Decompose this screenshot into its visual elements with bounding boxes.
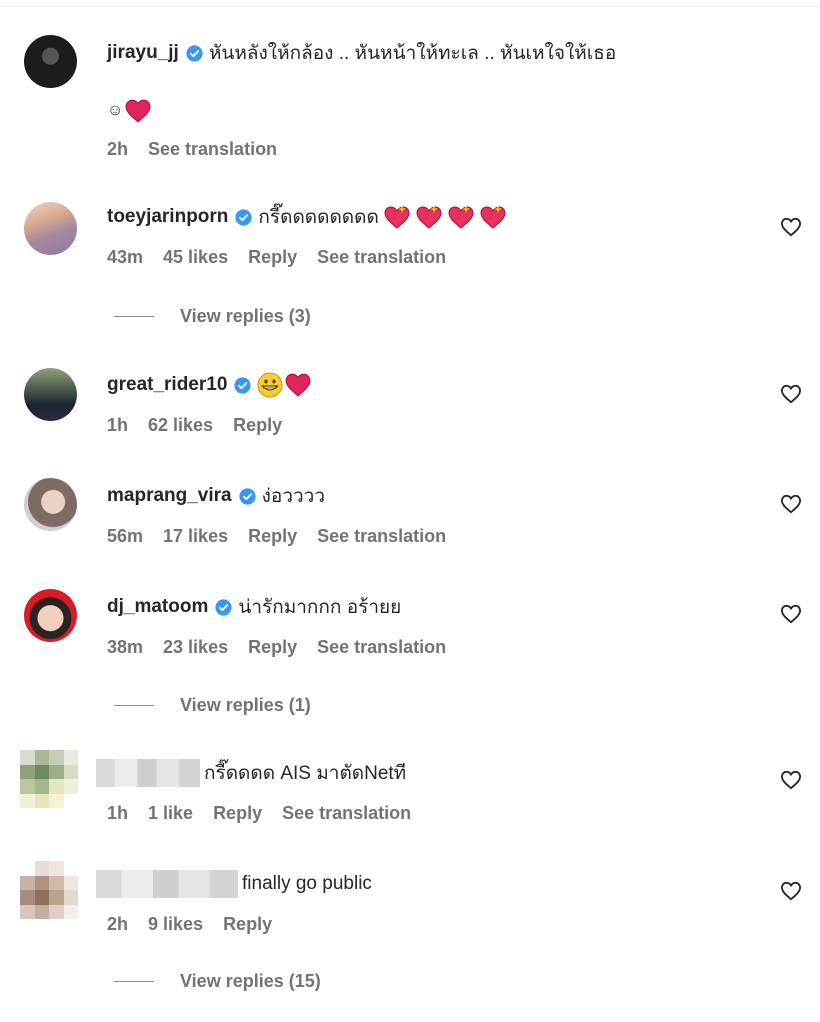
comment-time: 2h [107, 914, 129, 934]
avatar[interactable] [24, 35, 77, 88]
comment-text: หันหลังให้กล้อง .. หันหน้าให้ทะเล .. หัน… [208, 43, 617, 64]
heart-outline-icon[interactable] [780, 384, 802, 404]
avatar[interactable] [24, 589, 77, 642]
comment-time: 1h [107, 415, 129, 435]
replies-divider-line [114, 981, 154, 982]
like-count[interactable]: 1 like [148, 803, 193, 824]
username[interactable]: maprang_vira [107, 485, 232, 507]
sparkling-heart-emoji-icon [416, 205, 442, 229]
comment-text-line2: ☺ [107, 102, 124, 119]
view-replies-button[interactable]: View replies (3) [114, 306, 311, 327]
blurred-avatar[interactable] [20, 861, 78, 919]
like-count[interactable]: 9 likes [148, 914, 203, 935]
red-heart-emoji-icon [125, 99, 151, 123]
reply-button[interactable]: Reply [223, 914, 272, 935]
reply-button[interactable]: Reply [233, 415, 282, 436]
see-translation-link[interactable]: See translation [148, 139, 277, 160]
see-translation-link[interactable]: See translation [317, 526, 446, 547]
verified-badge-icon [235, 208, 252, 226]
reply-button[interactable]: Reply [213, 803, 262, 824]
username[interactable]: toeyjarinporn [107, 206, 228, 228]
reply-button[interactable]: Reply [248, 526, 297, 547]
see-translation-link[interactable]: See translation [317, 637, 446, 658]
view-replies-label: View replies (1) [180, 695, 311, 715]
heart-outline-icon[interactable] [780, 881, 802, 901]
username[interactable]: jirayu_jj [107, 42, 179, 64]
see-translation-link[interactable]: See translation [317, 247, 446, 268]
view-replies-button[interactable]: View replies (15) [114, 971, 321, 992]
like-count[interactable]: 17 likes [163, 526, 228, 547]
comment-text: ง่อวววว [261, 486, 325, 507]
username[interactable]: great_rider10 [107, 374, 227, 396]
avatar[interactable] [24, 478, 77, 531]
view-replies-label: View replies (3) [180, 306, 311, 326]
comment-text: finally go public [242, 873, 372, 894]
heart-outline-icon[interactable] [780, 494, 802, 514]
comment-time: 1h [107, 803, 129, 823]
view-replies-label: View replies (15) [180, 971, 321, 991]
reply-button[interactable]: Reply [248, 637, 297, 658]
comment-time: 2h [107, 139, 129, 159]
heart-outline-icon[interactable] [780, 770, 802, 790]
reply-button[interactable]: Reply [248, 247, 297, 268]
username[interactable]: dj_matoom [107, 596, 208, 618]
replies-divider-line [114, 316, 154, 317]
verified-badge-icon [186, 44, 203, 62]
avatar[interactable] [24, 202, 77, 255]
sparkling-heart-emoji-icon [384, 205, 410, 229]
heart-outline-icon[interactable] [780, 604, 802, 624]
comment-time: 38m [107, 637, 144, 657]
comment-text: กรี๊ดดดด AIS มาตัดNetที [204, 763, 407, 784]
blurred-username[interactable] [96, 759, 200, 787]
comment-time: 43m [107, 247, 144, 267]
like-count[interactable]: 45 likes [163, 247, 228, 268]
sparkling-heart-emoji-icon [448, 205, 474, 229]
replies-divider-line [114, 705, 154, 706]
see-translation-link[interactable]: See translation [282, 803, 411, 824]
verified-badge-icon [215, 598, 232, 616]
red-heart-emoji-icon [285, 373, 311, 397]
verified-badge-icon [234, 376, 251, 394]
avatar[interactable] [24, 368, 77, 421]
verified-badge-icon [239, 487, 256, 505]
comment-text: น่ารักมากกก อร้ายย [238, 597, 402, 618]
comment-text: กรี๊ดดดดดดดด [258, 207, 379, 228]
sparkling-heart-emoji-icon [480, 205, 506, 229]
top-divider [0, 6, 820, 7]
like-count[interactable]: 62 likes [148, 415, 213, 436]
blurred-avatar[interactable] [20, 750, 78, 808]
view-replies-button[interactable]: View replies (1) [114, 695, 311, 716]
blurred-username[interactable] [96, 870, 238, 898]
like-count[interactable]: 23 likes [163, 637, 228, 658]
comment-time: 56m [107, 526, 144, 546]
heart-outline-icon[interactable] [780, 217, 802, 237]
grinning-face-emoji-icon [257, 372, 283, 398]
